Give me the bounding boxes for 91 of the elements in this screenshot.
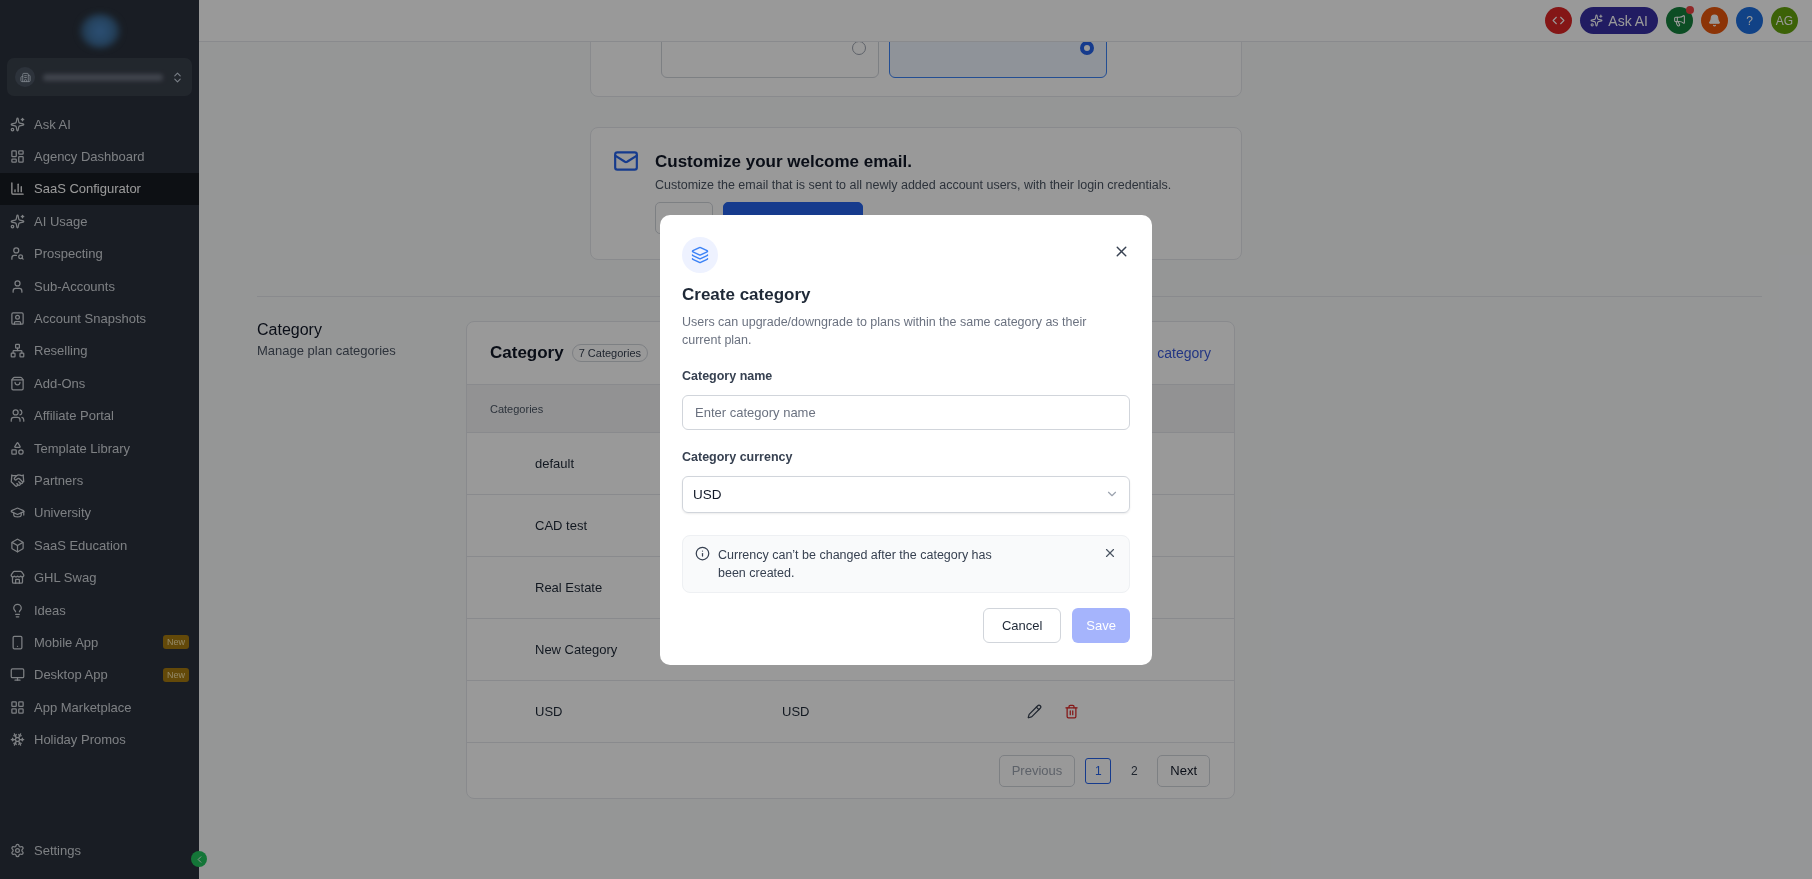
table-cell: USD [535,704,563,719]
sidebar-icon [10,181,25,197]
logo-icon [79,14,120,48]
cancel-button[interactable]: Cancel [982,607,1062,643]
sidebar-icon [10,246,25,262]
sidebar-icon [10,343,25,359]
info-icon [695,545,710,561]
dialog-title: Create category [682,284,812,305]
column-header: Categories [490,402,544,415]
sidebar-icon [10,634,25,650]
collapse-button[interactable] [191,851,207,867]
sidebar-item[interactable]: Ideas [0,593,199,627]
sidebar-icon [10,408,25,424]
new-badge: New [163,667,189,682]
table-cell: default [535,456,575,471]
sidebar-icon [10,116,25,132]
radio-button[interactable] [1080,42,1094,55]
sidebar-icon [10,278,25,294]
sidebar-item[interactable]: Holiday Promos [0,723,199,756]
card-title: Category [490,343,564,363]
sidebar-icon [10,537,25,553]
card-description: Customize the email that is sent to all newly added account users, with their login credentials. [655,178,1172,192]
sidebar-item[interactable]: SaaS Configurator [0,172,199,206]
announcement-button[interactable] [1666,7,1693,34]
sidebar-icon [10,149,25,165]
dialog-description: Users can upgrade/downgrade to plans within the same category as their current plan. [682,313,1088,349]
sidebar-item[interactable]: Sub-Accounts [0,269,199,303]
sidebar-icon [10,732,25,748]
sidebar-icon [10,311,25,327]
sidebar-icon [10,667,25,683]
chevron-icon [171,70,184,84]
delete-icon[interactable] [1064,704,1079,719]
sidebar-icon [10,699,25,715]
sidebar-item[interactable]: Mobile App New [0,626,199,659]
megaphone-icon [1673,14,1686,27]
account-switcher[interactable] [7,58,192,96]
sidebar-item[interactable]: AI Usage [0,205,199,238]
sidebar-item[interactable]: Agency Dashboard [0,140,199,173]
sidebar-item[interactable]: SaaS Education [0,529,199,562]
next-button[interactable]: Next [1157,754,1210,787]
building-icon [15,67,35,87]
edit-icon[interactable] [1027,704,1042,719]
sidebar-item[interactable]: App Marketplace [0,691,199,724]
sidebar-item[interactable]: Reselling [0,334,199,368]
sidebar-icon [10,440,25,456]
new-badge: New [163,635,189,650]
sidebar-item[interactable]: Account Snapshots [0,302,199,335]
sidebar-item[interactable]: University [0,496,199,530]
sparkles-icon [1590,14,1604,27]
table-cell: Real Estate [535,580,603,595]
bell-icon [1708,14,1721,27]
section-title: Category [257,321,323,339]
category-name-field[interactable]: Enter category name [682,394,1130,430]
sidebar-item[interactable]: Add-Ons [0,367,199,400]
card-title: Customize your welcome email. [655,152,913,172]
code-icon [1552,14,1566,27]
sidebar-item[interactable]: Affiliate Portal [0,399,199,432]
ask-ai-button[interactable]: Ask AI [1580,7,1658,34]
sidebar-icon [10,213,25,229]
section-subtitle: Manage plan categories [257,343,397,358]
add-category-link[interactable]: category [1157,345,1211,361]
settings-item[interactable]: Settings [0,834,185,867]
table-cell: USD [782,704,810,719]
previous-button[interactable]: Previous [998,754,1076,787]
table-cell: CAD test [535,518,587,533]
sidebar-item[interactable]: Prospecting [0,237,199,270]
sidebar-icon [10,375,25,391]
radio-button[interactable] [852,42,866,55]
table-cell: New Category [535,642,618,657]
field-label: Category currency [682,449,794,464]
alert-text: Currency can’t be changed after the category has been created. [718,546,993,582]
mail-icon [613,148,639,174]
page-button[interactable]: 1 [1085,757,1112,784]
sidebar-item[interactable]: Ask AI [0,108,199,141]
sidebar-icon [10,602,25,618]
sidebar-item[interactable]: Desktop App New [0,658,199,692]
sidebar-icon [10,570,25,586]
sidebar-item[interactable]: Template Library [0,431,199,465]
currency-select[interactable]: USD [682,475,1130,513]
help-button[interactable]: ? [1736,7,1763,34]
user-avatar[interactable]: AG [1771,7,1798,34]
settings-icon [10,843,25,859]
field-label: Category name [682,368,774,383]
code-button[interactable] [1545,7,1573,34]
notification-dot [1686,6,1694,14]
sidebar-item[interactable]: GHL Swag [0,561,199,594]
notifications-button[interactable] [1701,7,1728,34]
sidebar-icon [10,505,25,521]
sidebar-item[interactable]: Partners [0,464,199,497]
sidebar-icon [10,473,25,488]
layers-icon [682,236,718,273]
